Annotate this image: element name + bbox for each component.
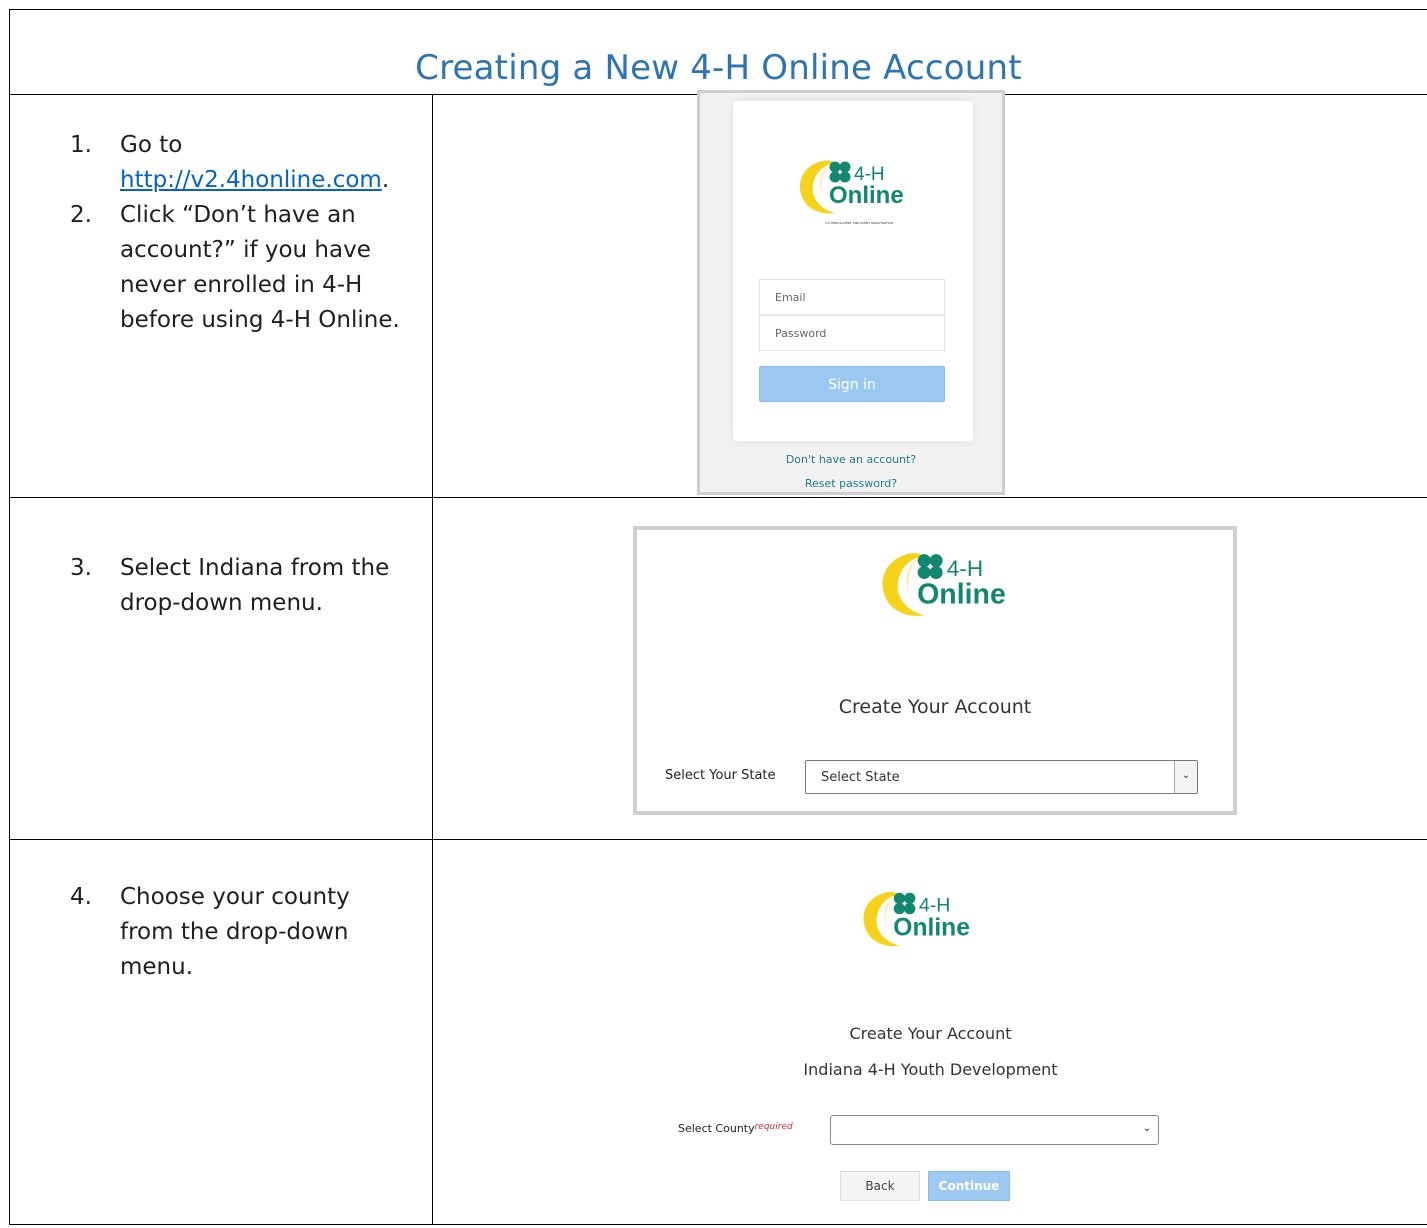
step-number: 2.	[70, 202, 92, 228]
logo-tagline: 4-H ENROLLMENT AND EVENT REGISTRATION	[825, 221, 894, 225]
step-punctuation: .	[381, 167, 390, 193]
instruction-table: Creating a New 4-H Online Account 1. Go …	[9, 9, 1427, 1225]
step-text: Click “Don’t have an account?” if you ha…	[120, 202, 400, 333]
page-title: Creating a New 4-H Online Account	[415, 48, 1022, 88]
reset-password-link[interactable]: Reset password?	[700, 477, 1002, 490]
step-cell-3: 4. Choose your county from the drop-down…	[9, 839, 433, 1225]
4h-online-logo: 4-H Online	[855, 884, 985, 960]
create-account-state-screenshot: 4-H Online Create Your Account Select Yo…	[633, 526, 1237, 815]
step-number: 1.	[70, 132, 92, 158]
svg-text:Online: Online	[917, 578, 1006, 610]
password-field[interactable]: Password	[759, 315, 945, 351]
state-label: Select Your State	[665, 768, 776, 783]
email-field[interactable]: Email	[759, 279, 945, 315]
screenshot-cell-2: 4-H Online Create Your Account Select Yo…	[432, 497, 1427, 840]
login-card: 4-H Online 4-H ENROLLMENT AND EVENT REGI…	[733, 101, 973, 441]
sign-in-button[interactable]: Sign in	[759, 366, 945, 402]
state-select[interactable]: Select State ⌄	[805, 760, 1198, 794]
step-cell-1: 1. Go to http://v2.4honline.com. 2. Clic…	[9, 94, 433, 498]
title-cell: Creating a New 4-H Online Account	[9, 9, 1427, 95]
county-label: Select Countyrequired	[678, 1122, 793, 1135]
4h-online-logo: 4-H Online 4-H ENROLLMENT AND EVENT REGI…	[793, 153, 917, 225]
county-label-text: Select County	[678, 1122, 755, 1135]
screenshot-cell-1: 4-H Online 4-H ENROLLMENT AND EVENT REGI…	[432, 90, 1427, 498]
svg-text:Online: Online	[829, 182, 904, 209]
svg-text:Online: Online	[893, 914, 970, 941]
step-text: Choose your county from the drop-down me…	[120, 884, 350, 980]
chevron-down-icon[interactable]: ⌄	[1174, 761, 1197, 793]
step-1: 1. Go to http://v2.4honline.com.	[10, 128, 410, 198]
step-3: 3. Select Indiana from the drop-down men…	[10, 551, 410, 621]
step-number: 3.	[70, 555, 92, 581]
create-account-heading: Create Your Account	[838, 696, 1032, 718]
create-account-heading: Create Your Account	[849, 1024, 1012, 1043]
organization-name: Indiana 4-H Youth Development	[803, 1060, 1058, 1079]
no-account-link[interactable]: Don't have an account?	[700, 453, 1002, 466]
svg-text:4-H: 4-H	[947, 556, 983, 581]
step-2: 2. Click “Don’t have an account?” if you…	[10, 198, 410, 338]
screenshot-cell-3: 4-H Online Create Your Account Indiana 4…	[432, 839, 1427, 1225]
step-text: Go to	[120, 132, 183, 158]
chevron-down-icon[interactable]: ⌄	[1143, 1123, 1151, 1134]
step-4: 4. Choose your county from the drop-down…	[10, 880, 410, 985]
step-number: 4.	[70, 884, 92, 910]
v2-4honline-link[interactable]: http://v2.4honline.com	[120, 167, 382, 193]
required-marker: required	[754, 1122, 793, 1132]
continue-button[interactable]: Continue	[928, 1171, 1010, 1201]
state-select-value: Select State	[821, 770, 900, 785]
login-screenshot: 4-H Online 4-H ENROLLMENT AND EVENT REGI…	[697, 90, 1005, 495]
back-button[interactable]: Back	[840, 1171, 920, 1201]
county-select[interactable]: ⌄	[830, 1115, 1159, 1145]
step-text: Select Indiana from the drop-down menu.	[120, 555, 390, 616]
4h-online-logo: 4-H Online	[873, 544, 1023, 632]
step-cell-2: 3. Select Indiana from the drop-down men…	[9, 497, 433, 840]
